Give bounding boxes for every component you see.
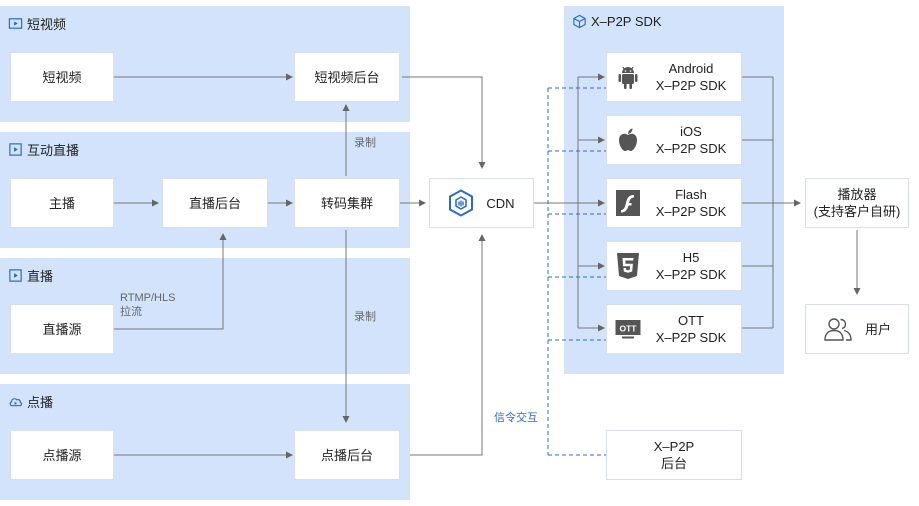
ott-icon: OTT	[615, 320, 641, 339]
label-signal: 信令交互	[494, 412, 538, 424]
flash-icon	[616, 190, 640, 216]
node-cdn: CDN	[429, 178, 534, 228]
node-vod-source: 点播源	[10, 430, 114, 480]
node-transcode-cluster: 转码集群	[294, 178, 400, 228]
node-live-backend: 直播后台	[162, 178, 268, 228]
label-rtmp-line1: RTMP/HLS	[120, 292, 176, 304]
apple-icon	[619, 128, 637, 152]
android-icon	[618, 66, 638, 89]
sdk-android: Android X–P2P SDK	[606, 52, 742, 102]
node-anchor: 主播	[10, 178, 114, 228]
sdk-sub: X–P2P SDK	[655, 141, 727, 156]
sdk-h5: H5 X–P2P SDK	[606, 241, 742, 291]
sdk-name: iOS	[680, 124, 702, 139]
node-vod-backend: 点播后台	[294, 430, 400, 480]
node-live-source: 直播源	[10, 304, 114, 354]
user-icon	[824, 318, 852, 341]
sdk-ott: OTT OTT X–P2P SDK	[606, 304, 742, 354]
label-rtmp-line2: 拉流	[120, 306, 142, 318]
sdk-name: Flash	[675, 187, 707, 202]
label-record-top: 录制	[354, 137, 376, 149]
node-short-video-backend: 短视频后台	[294, 52, 400, 102]
sdk-flash: Flash X–P2P SDK	[606, 178, 742, 228]
html5-icon	[617, 253, 639, 279]
sdk-sub: X–P2P SDK	[655, 78, 727, 93]
connector-lines	[114, 73, 861, 459]
ott-badge-text: OTT	[620, 323, 638, 333]
sdk-sub: X–P2P SDK	[655, 204, 727, 219]
sdk-sub: X–P2P SDK	[655, 267, 727, 282]
node-xp2p-backend: X–P2P 后台	[606, 430, 742, 480]
sdk-ios: iOS X–P2P SDK	[606, 115, 742, 165]
node-short-video: 短视频	[10, 52, 114, 102]
sdk-name: OTT	[678, 313, 704, 328]
label-record-mid: 录制	[354, 311, 376, 323]
cdn-icon	[449, 189, 474, 217]
node-player: 播放器 (支持客户自研)	[805, 178, 909, 228]
sdk-sub: X–P2P SDK	[655, 330, 727, 345]
sdk-name: Android	[668, 61, 714, 76]
node-user: 用户	[805, 304, 909, 354]
sdk-name: H5	[682, 250, 700, 265]
